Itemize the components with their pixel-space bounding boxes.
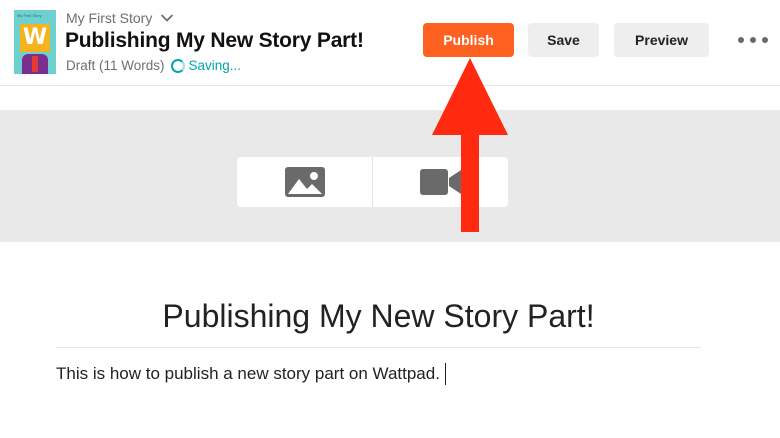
draft-word-count: Draft (11 Words) bbox=[66, 58, 165, 73]
image-icon bbox=[284, 167, 325, 197]
cover-tiny-text: My First Story bbox=[17, 13, 42, 18]
insert-video-button[interactable] bbox=[372, 157, 508, 207]
more-options-icon[interactable] bbox=[738, 34, 768, 46]
story-text: This is how to publish a new story part … bbox=[56, 364, 440, 383]
spinner-icon bbox=[170, 58, 185, 73]
save-button[interactable]: Save bbox=[528, 23, 599, 57]
media-insert-bar bbox=[0, 110, 780, 242]
story-name: My First Story bbox=[66, 10, 153, 26]
video-camera-icon bbox=[419, 169, 461, 195]
cover-logo: W bbox=[20, 24, 50, 52]
story-part-title-input[interactable]: Publishing My New Story Part! bbox=[56, 292, 701, 348]
chevron-down-icon bbox=[161, 14, 174, 22]
more-dot bbox=[738, 37, 744, 43]
story-text-editor[interactable]: This is how to publish a new story part … bbox=[56, 363, 446, 385]
text-caret bbox=[444, 363, 446, 385]
editor-header: My First Story W My First Story Publishi… bbox=[0, 0, 780, 86]
more-dot bbox=[750, 37, 756, 43]
publish-button[interactable]: Publish bbox=[423, 23, 514, 57]
cover-figure-tie bbox=[32, 56, 38, 72]
part-title: Publishing My New Story Part! bbox=[65, 29, 364, 52]
story-selector[interactable]: My First Story bbox=[66, 10, 174, 26]
story-cover-thumbnail[interactable]: My First Story W bbox=[14, 10, 56, 74]
saving-text: Saving... bbox=[188, 58, 242, 73]
preview-button[interactable]: Preview bbox=[614, 23, 709, 57]
more-dot bbox=[762, 37, 768, 43]
saving-indicator: Saving... bbox=[170, 58, 242, 73]
draft-status: Draft (11 Words) Saving... bbox=[66, 58, 241, 73]
insert-image-button[interactable] bbox=[237, 157, 372, 207]
media-button-group bbox=[237, 157, 508, 207]
